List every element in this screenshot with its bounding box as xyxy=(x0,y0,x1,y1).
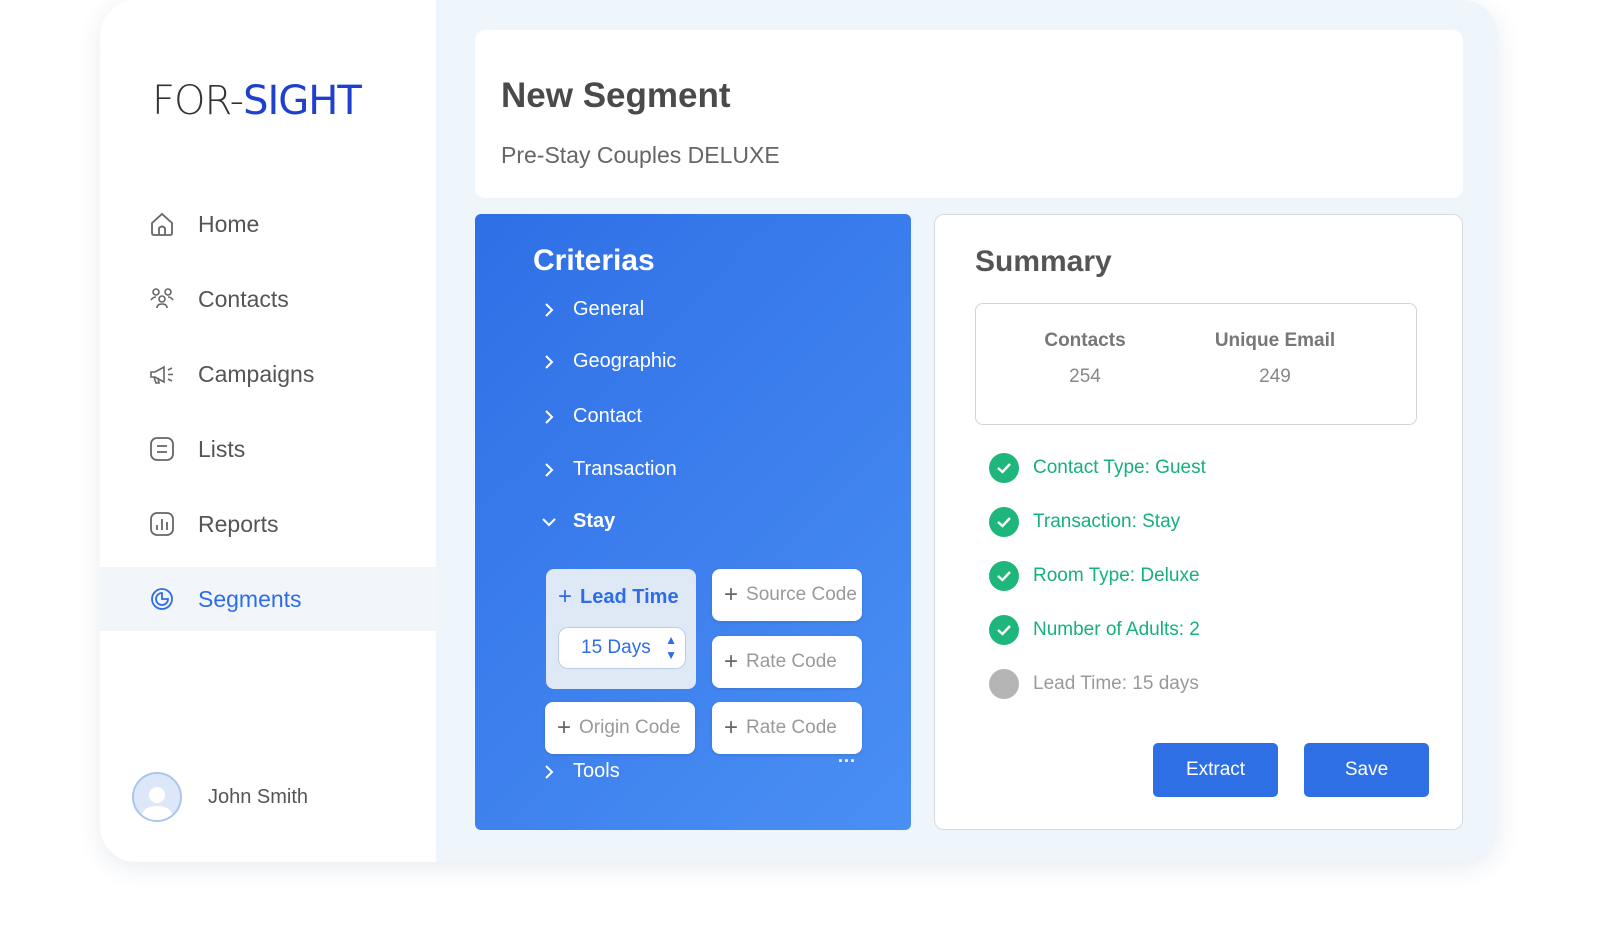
stat-value: 254 xyxy=(1069,366,1101,387)
sidebar-item-label: Segments xyxy=(198,585,302,612)
criteria-item-geographic[interactable]: Geographic xyxy=(541,350,676,373)
check-label: Lead Time: 15 days xyxy=(1033,673,1199,694)
check-icon xyxy=(989,561,1019,591)
criteria-item-label: Tools xyxy=(573,760,620,782)
sidebar-item-label: Campaigns xyxy=(198,360,315,387)
stat-label: Contacts xyxy=(1044,330,1126,351)
contacts-icon xyxy=(150,288,174,309)
plus-icon: + xyxy=(724,714,739,741)
sidebar-item-label: Lists xyxy=(198,435,246,462)
extract-button[interactable]: Extract xyxy=(1153,743,1278,797)
chevron-right-icon xyxy=(545,302,554,317)
criteria-item-label: Stay xyxy=(573,510,616,532)
rate-code-chip[interactable]: + Rate Code xyxy=(712,636,862,688)
stepper-arrows[interactable]: ▲ ▼ xyxy=(665,633,677,663)
lead-time-stepper[interactable]: 15 Days ▲ ▼ xyxy=(558,627,686,669)
summary-title: Summary xyxy=(975,245,1112,278)
stepper-up-icon[interactable]: ▲ xyxy=(665,633,677,648)
criteria-item-label: Transaction xyxy=(573,458,677,480)
criteria-item-label: Contact xyxy=(573,405,642,427)
chip-label: Source Code xyxy=(746,584,857,605)
criteria-item-transaction[interactable]: Transaction xyxy=(541,458,677,481)
criteria-item-label: Geographic xyxy=(573,350,677,372)
sidebar-item-label: Contacts xyxy=(198,285,289,312)
chevron-right-icon xyxy=(545,409,554,424)
more-options-icon[interactable]: ... xyxy=(838,746,856,767)
stat-value: 249 xyxy=(1259,366,1291,387)
brand-logo[interactable]: FOR-SIGHT xyxy=(152,78,362,124)
check-label: Number of Adults: 2 xyxy=(1033,619,1200,640)
segment-header: New Segment Pre-Stay Couples DELUXE xyxy=(475,30,1463,198)
origin-code-chip[interactable]: + Origin Code xyxy=(545,702,695,754)
check-icon xyxy=(989,615,1019,645)
sidebar-item-home[interactable]: Home xyxy=(100,192,436,256)
sidebar-item-lists[interactable]: Lists xyxy=(100,417,436,481)
plus-icon: + xyxy=(724,581,739,608)
summary-check-room-type: Room Type: Deluxe xyxy=(989,561,1200,591)
segment-name[interactable]: Pre-Stay Couples DELUXE xyxy=(501,142,780,169)
list-icon xyxy=(150,437,174,461)
lead-time-value: 15 Days xyxy=(581,637,651,658)
stepper-down-icon[interactable]: ▼ xyxy=(665,648,677,663)
summary-check-lead-time: Lead Time: 15 days xyxy=(989,669,1199,699)
plus-icon: + xyxy=(558,583,573,610)
sidebar-nav: Home Contacts Campaigns Lists Reports Se… xyxy=(100,192,436,642)
reports-icon xyxy=(150,512,174,536)
criteria-title: Criterias xyxy=(533,244,655,277)
pending-dot-icon xyxy=(989,669,1019,699)
criteria-item-label: General xyxy=(573,298,645,320)
chevron-down-icon xyxy=(542,517,556,526)
sidebar-item-label: Reports xyxy=(198,510,279,537)
chip-label: Origin Code xyxy=(579,717,681,738)
megaphone-icon xyxy=(150,365,173,384)
check-icon xyxy=(989,507,1019,537)
check-label: Transaction: Stay xyxy=(1033,511,1181,532)
save-button[interactable]: Save xyxy=(1304,743,1429,797)
check-label: Room Type: Deluxe xyxy=(1033,565,1200,586)
user-name: John Smith xyxy=(208,785,309,808)
user-profile[interactable]: John Smith xyxy=(132,772,308,822)
sidebar-item-campaigns[interactable]: Campaigns xyxy=(100,342,436,406)
logo-text-left: FOR- xyxy=(152,78,244,124)
sidebar: FOR-SIGHT Home Contacts Campaigns Lists … xyxy=(100,0,436,862)
sidebar-item-contacts[interactable]: Contacts xyxy=(100,267,436,331)
criteria-panel: Criterias General Geographic Contact Tra… xyxy=(475,214,911,830)
chip-label: Rate Code xyxy=(746,717,837,738)
criteria-item-general[interactable]: General xyxy=(541,298,644,321)
logo-text-right: SIGHT xyxy=(243,78,362,124)
lead-time-filter[interactable]: + Lead Time 15 Days ▲ ▼ xyxy=(546,569,696,689)
avatar[interactable] xyxy=(132,772,182,822)
criteria-item-contact[interactable]: Contact xyxy=(541,405,642,428)
summary-check-adults: Number of Adults: 2 xyxy=(989,615,1200,645)
check-label: Contact Type: Guest xyxy=(1033,457,1206,478)
summary-check-contact-type: Contact Type: Guest xyxy=(989,453,1206,483)
chevron-right-icon xyxy=(545,354,554,369)
sidebar-item-label: Home xyxy=(198,210,260,237)
chevron-right-icon xyxy=(545,462,554,477)
summary-check-transaction: Transaction: Stay xyxy=(989,507,1180,537)
segments-icon xyxy=(151,588,173,610)
stat-contacts: Contacts 254 xyxy=(990,330,1180,388)
chevron-right-icon xyxy=(545,764,554,779)
chip-label: Rate Code xyxy=(746,651,837,672)
criteria-item-stay[interactable]: Stay xyxy=(541,510,615,533)
sidebar-item-reports[interactable]: Reports xyxy=(100,492,436,556)
page-title: New Segment xyxy=(501,76,731,115)
summary-stats: Contacts 254 Unique Email 249 xyxy=(975,303,1417,425)
stat-unique-email: Unique Email 249 xyxy=(1180,330,1370,388)
criteria-item-tools[interactable]: Tools xyxy=(541,760,620,783)
source-code-chip[interactable]: + Source Code xyxy=(712,569,862,621)
user-icon xyxy=(141,787,173,820)
plus-icon: + xyxy=(557,714,572,741)
summary-panel: Summary Contacts 254 Unique Email 249 Co… xyxy=(934,214,1463,830)
sidebar-item-segments[interactable]: Segments xyxy=(100,567,436,631)
plus-icon: + xyxy=(724,648,739,675)
lead-time-label: Lead Time xyxy=(580,585,679,608)
lead-time-title[interactable]: + Lead Time xyxy=(558,583,679,611)
stat-label: Unique Email xyxy=(1214,330,1336,351)
home-icon xyxy=(151,212,173,236)
check-icon xyxy=(989,453,1019,483)
